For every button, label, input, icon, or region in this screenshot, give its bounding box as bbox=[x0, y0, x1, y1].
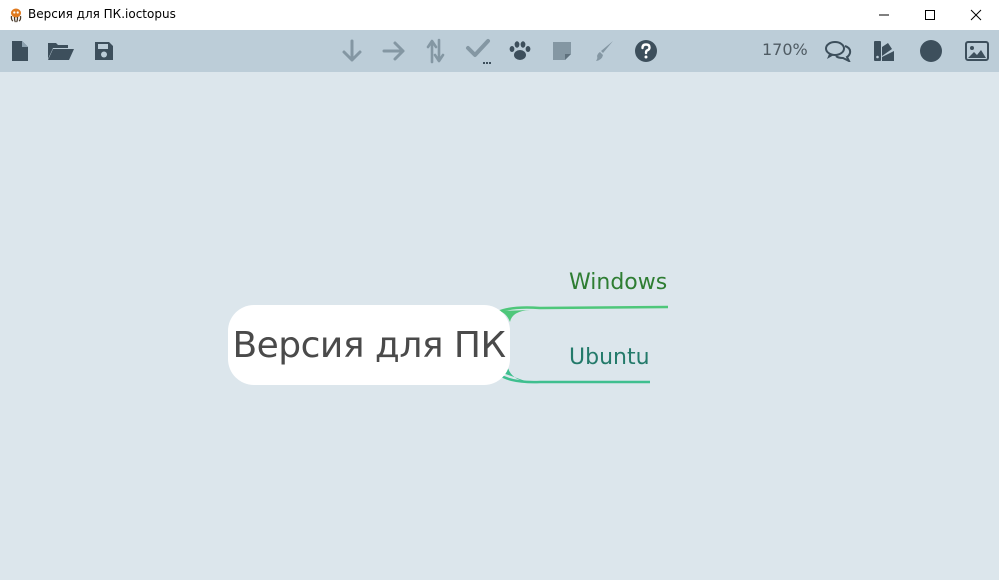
zoom-level[interactable]: 170% bbox=[762, 40, 808, 59]
note-button[interactable] bbox=[547, 36, 577, 66]
theme-button[interactable] bbox=[916, 36, 946, 66]
minimize-button[interactable] bbox=[861, 0, 907, 30]
sticky-note-icon bbox=[553, 42, 571, 60]
add-sibling-button[interactable] bbox=[379, 36, 409, 66]
style-button[interactable] bbox=[589, 36, 619, 66]
open-folder-icon bbox=[48, 43, 74, 60]
save-button[interactable] bbox=[89, 36, 119, 66]
maximize-button[interactable] bbox=[907, 0, 953, 30]
root-node-label: Версия для ПК bbox=[232, 324, 506, 366]
check-icon bbox=[466, 39, 491, 64]
help-button[interactable] bbox=[631, 36, 661, 66]
circle-icon bbox=[920, 40, 942, 62]
add-child-button[interactable] bbox=[337, 36, 367, 66]
octopus-icon bbox=[8, 7, 24, 23]
open-folder-button[interactable] bbox=[46, 36, 76, 66]
move-button[interactable] bbox=[421, 36, 451, 66]
window-title: Версия для ПК.ioctopus bbox=[28, 7, 176, 21]
paw-button[interactable] bbox=[505, 36, 535, 66]
image-icon bbox=[965, 41, 989, 61]
maximize-icon bbox=[925, 10, 935, 20]
paintbrush-icon bbox=[596, 41, 613, 61]
save-icon bbox=[95, 42, 113, 60]
new-file-button[interactable] bbox=[5, 36, 35, 66]
arrows-vertical-icon bbox=[426, 38, 445, 64]
paw-icon bbox=[509, 41, 531, 60]
check-button[interactable] bbox=[463, 36, 493, 66]
arrow-down-icon bbox=[342, 39, 362, 62]
swatches-button[interactable] bbox=[869, 36, 899, 66]
branch-ubuntu[interactable]: Ubuntu bbox=[569, 345, 650, 370]
help-icon bbox=[635, 40, 657, 62]
comments-icon bbox=[825, 41, 852, 62]
close-button[interactable] bbox=[953, 0, 999, 30]
toolbar bbox=[0, 30, 999, 72]
arrow-right-icon bbox=[382, 41, 405, 61]
image-button[interactable] bbox=[962, 36, 992, 66]
close-icon bbox=[970, 9, 982, 21]
title-bar: Версия для ПК.ioctopus bbox=[0, 0, 999, 30]
comments-button[interactable] bbox=[823, 36, 853, 66]
branch-windows[interactable]: Windows bbox=[569, 270, 667, 295]
root-node[interactable]: Версия для ПК bbox=[228, 305, 510, 385]
swatches-icon bbox=[874, 41, 894, 61]
minimize-icon bbox=[879, 14, 889, 16]
new-file-icon bbox=[12, 41, 28, 61]
